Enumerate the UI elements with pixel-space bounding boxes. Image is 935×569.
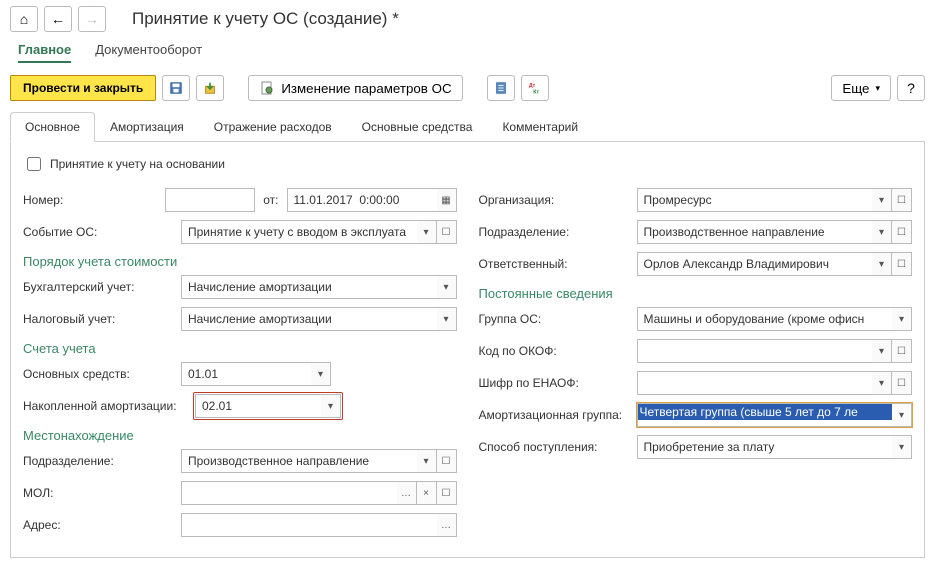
svg-text:Кт: Кт (533, 89, 539, 95)
home-icon: ⌂ (20, 11, 28, 27)
event-label: Событие ОС: (23, 225, 173, 239)
dt-kt-icon: ДтКт (528, 80, 542, 96)
dropdown-icon[interactable]: ▾ (872, 252, 892, 276)
settings-doc-icon (259, 80, 275, 96)
dropdown-icon[interactable]: ▾ (417, 449, 437, 473)
dropdown-icon[interactable]: ▾ (437, 275, 457, 299)
dept2-field[interactable] (637, 220, 873, 244)
group-field[interactable] (637, 307, 893, 331)
depr-acc-field[interactable] (195, 394, 321, 418)
ellipsis-icon[interactable]: … (437, 513, 457, 537)
amgroup-label: Амортизационная группа: (479, 408, 629, 422)
on-basis-label: Принятие к учету на основании (50, 157, 225, 171)
dropdown-icon[interactable]: ▾ (892, 435, 912, 459)
okof-label: Код по ОКОФ: (479, 344, 629, 358)
asset-acc-label: Основных средств: (23, 367, 173, 381)
ellipsis-icon[interactable]: … (397, 481, 417, 505)
event-field[interactable] (181, 220, 417, 244)
method-label: Способ поступления: (479, 440, 629, 454)
tab-assets[interactable]: Основные средства (347, 112, 488, 142)
dropdown-icon[interactable]: ▾ (872, 220, 892, 244)
tab-comment[interactable]: Комментарий (487, 112, 593, 142)
org-field[interactable] (637, 188, 873, 212)
arrow-right-icon: → (85, 11, 99, 27)
dropdown-icon[interactable]: ▾ (311, 362, 331, 386)
const-section-title: Постоянные сведения (479, 286, 913, 301)
post-button[interactable] (196, 75, 224, 101)
tab-main[interactable]: Основное (10, 112, 95, 142)
acc-label: Бухгалтерский учет: (23, 280, 173, 294)
open-icon[interactable]: ☐ (437, 481, 457, 505)
open-icon[interactable]: ☐ (892, 252, 912, 276)
dropdown-icon[interactable]: ▾ (321, 394, 341, 418)
dept2-label: Подразделение: (479, 225, 629, 239)
cost-section-title: Порядок учета стоимости (23, 254, 457, 269)
arrow-left-icon: ← (51, 11, 65, 27)
back-button[interactable]: ← (44, 6, 72, 32)
open-icon[interactable]: ☐ (437, 220, 457, 244)
on-basis-checkbox[interactable] (27, 157, 41, 171)
dropdown-icon[interactable]: ▾ (437, 307, 457, 331)
resp-label: Ответственный: (479, 257, 629, 271)
tab-expenses[interactable]: Отражение расходов (199, 112, 347, 142)
save-icon (169, 80, 183, 96)
report-button[interactable] (487, 75, 515, 101)
okof-field[interactable] (637, 339, 873, 363)
post-icon (203, 80, 217, 96)
dropdown-icon: ▾ (875, 83, 880, 94)
save-button[interactable] (162, 75, 190, 101)
accounts-section-title: Счета учета (23, 341, 457, 356)
number-field[interactable] (165, 188, 255, 212)
asset-acc-field[interactable] (181, 362, 311, 386)
org-label: Организация: (479, 193, 629, 207)
enaof-label: Шифр по ЕНАОФ: (479, 376, 629, 390)
dropdown-icon[interactable]: ▾ (892, 307, 912, 331)
dept-field[interactable] (181, 449, 417, 473)
nav-tab-main[interactable]: Главное (18, 42, 71, 63)
tax-field[interactable] (181, 307, 437, 331)
nav-tab-docflow[interactable]: Документооборот (95, 42, 202, 63)
tax-label: Налоговый учет: (23, 312, 173, 326)
address-field[interactable] (181, 513, 437, 537)
dropdown-icon[interactable]: ▾ (872, 188, 892, 212)
amgroup-field[interactable]: Четвертая группа (свыше 5 лет до 7 ле (637, 403, 893, 427)
clear-icon[interactable]: × (417, 481, 437, 505)
report-icon (494, 80, 508, 96)
more-button[interactable]: Еще ▾ (831, 75, 891, 101)
resp-field[interactable] (637, 252, 873, 276)
open-icon[interactable]: ☐ (437, 449, 457, 473)
svg-text:Дт: Дт (528, 83, 535, 89)
dropdown-icon[interactable]: ▾ (417, 220, 437, 244)
enaof-field[interactable] (637, 371, 873, 395)
open-icon[interactable]: ☐ (892, 339, 912, 363)
from-label: от: (263, 193, 278, 207)
calendar-icon[interactable]: ▦ (437, 188, 457, 212)
acc-field[interactable] (181, 275, 437, 299)
depr-acc-label: Накопленной амортизации: (23, 399, 185, 413)
open-icon[interactable]: ☐ (892, 220, 912, 244)
number-label: Номер: (23, 193, 157, 207)
help-button[interactable]: ? (897, 75, 925, 101)
mol-field[interactable] (181, 481, 397, 505)
change-params-button[interactable]: Изменение параметров ОС (248, 75, 462, 101)
open-icon[interactable]: ☐ (892, 371, 912, 395)
open-icon[interactable]: ☐ (892, 188, 912, 212)
method-field[interactable] (637, 435, 893, 459)
location-section-title: Местонахождение (23, 428, 457, 443)
forward-button[interactable]: → (78, 6, 106, 32)
dt-kt-button[interactable]: ДтКт (521, 75, 549, 101)
date-field[interactable] (287, 188, 437, 212)
home-button[interactable]: ⌂ (10, 6, 38, 32)
mol-label: МОЛ: (23, 486, 173, 500)
page-title: Принятие к учету ОС (создание) * (132, 9, 399, 29)
tab-amortization[interactable]: Амортизация (95, 112, 199, 142)
group-label: Группа ОС: (479, 312, 629, 326)
dept-label: Подразделение: (23, 454, 173, 468)
dropdown-icon[interactable]: ▾ (872, 339, 892, 363)
address-label: Адрес: (23, 518, 173, 532)
dropdown-icon[interactable]: ▾ (872, 371, 892, 395)
dropdown-icon[interactable]: ▾ (892, 403, 912, 427)
post-and-close-button[interactable]: Провести и закрыть (10, 75, 156, 101)
